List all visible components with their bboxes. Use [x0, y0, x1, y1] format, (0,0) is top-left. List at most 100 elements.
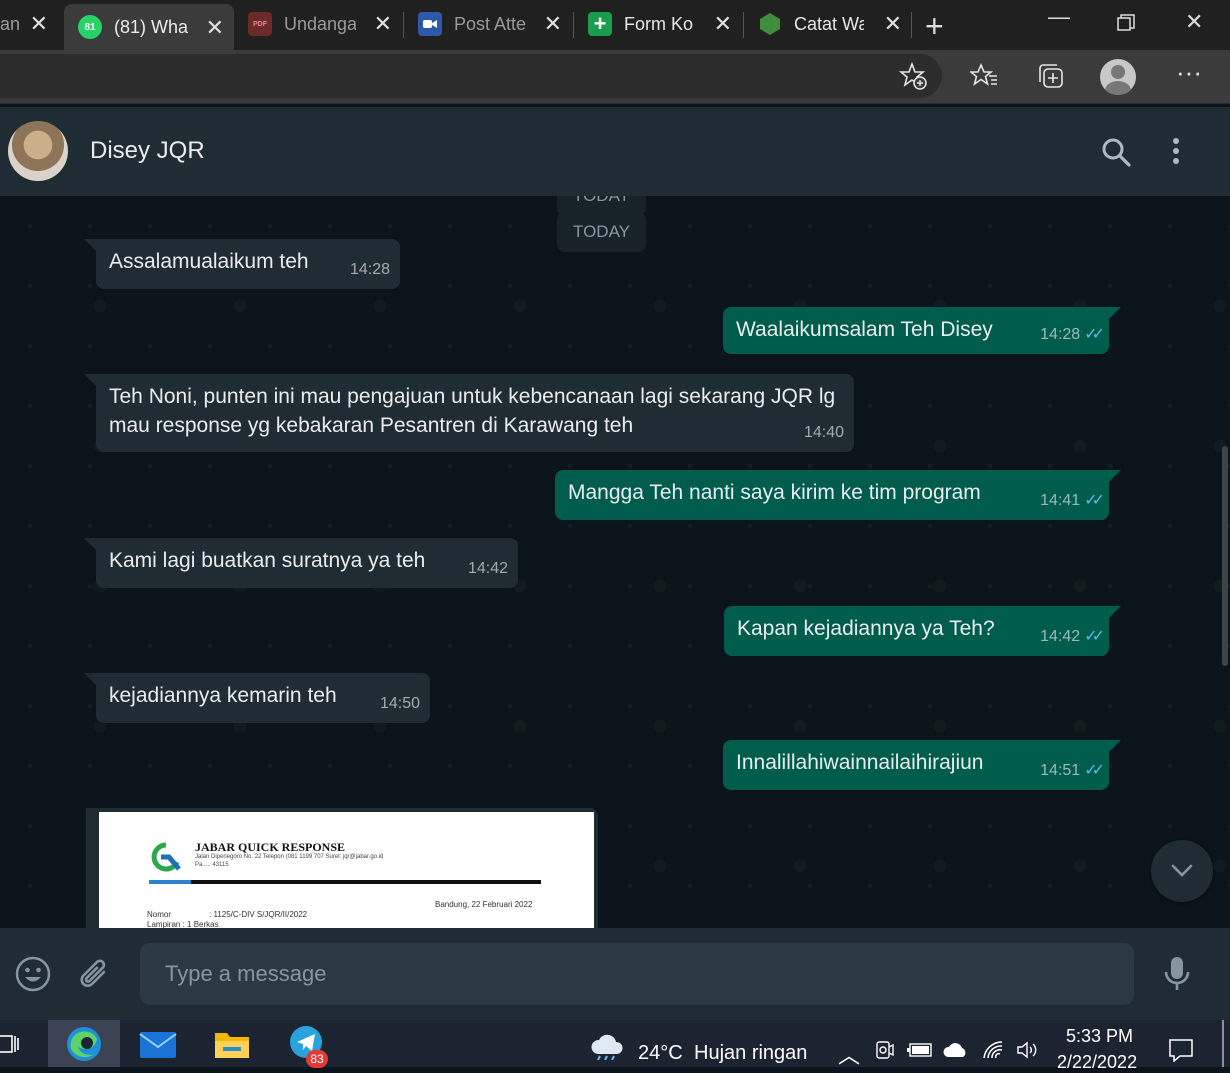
- chevron-up-icon[interactable]: ︿: [838, 1038, 860, 1070]
- collections-icon[interactable]: [1037, 62, 1065, 95]
- document-address: Jalan Dipenegoro No. 22 Telepon (081 119…: [195, 854, 384, 860]
- restore-icon[interactable]: [1117, 12, 1135, 38]
- close-tab-icon[interactable]: ✕: [374, 12, 392, 36]
- contact-name[interactable]: Disey JQR: [90, 137, 205, 165]
- new-tab-icon[interactable]: +: [925, 8, 944, 45]
- read-receipt-icon: ✓✓: [1084, 628, 1105, 645]
- document-number: : 1125/C-DIV S/JQR/II/2022: [209, 910, 308, 919]
- zoom-icon: [418, 12, 442, 36]
- message-incoming[interactable]: Assalamualaikum teh 14:28: [84, 239, 400, 289]
- message-document[interactable]: JABAR QUICK RESPONSE Jalan Dipenegoro No…: [86, 808, 598, 928]
- message-text: Kapan kejadiannya ya Teh?: [737, 617, 995, 640]
- message-outgoing[interactable]: Waalaikumsalam Teh Disey 14:28 ✓✓: [723, 307, 1121, 354]
- date-divider: TODAY: [557, 212, 646, 252]
- nodejs-icon: [758, 12, 782, 36]
- message-time: 14:41 ✓✓: [1040, 492, 1105, 509]
- more-icon[interactable]: ···: [1176, 58, 1202, 86]
- message-outgoing[interactable]: Kapan kejadiannya ya Teh? 14:42 ✓✓: [724, 606, 1121, 656]
- read-receipt-icon: ✓✓: [1084, 762, 1105, 779]
- message-incoming[interactable]: Teh Noni, punten ini mau pengajuan untuk…: [84, 374, 854, 452]
- volume-icon[interactable]: [1016, 1040, 1040, 1065]
- message-outgoing[interactable]: Mangga Teh nanti saya kirim ke tim progr…: [555, 470, 1121, 520]
- browser-tab[interactable]: PDF Undanga ✕: [248, 0, 402, 48]
- read-receipt-icon: ✓✓: [1084, 326, 1105, 343]
- telegram-icon[interactable]: 83: [272, 1020, 344, 1068]
- weather-temperature[interactable]: 24°C: [638, 1042, 683, 1065]
- message-list[interactable]: TODAY TODAY Assalamualaikum teh 14:28 Wa…: [0, 196, 1230, 928]
- show-desktop-button[interactable]: [1222, 1020, 1224, 1067]
- microphone-icon[interactable]: [1163, 956, 1191, 997]
- document-date: Bandung, 22 Februari 2022: [435, 900, 533, 909]
- message-outgoing[interactable]: Innalillahiwainnailaihirajiun 14:51 ✓✓: [723, 740, 1121, 790]
- tab-title: Catat Wa: [794, 13, 864, 34]
- close-tab-icon[interactable]: ✕: [714, 12, 732, 36]
- scrollbar[interactable]: [1222, 446, 1228, 666]
- chat-header: Disey JQR: [0, 107, 1230, 196]
- close-tab-icon[interactable]: ✕: [884, 12, 902, 36]
- document-divider: [149, 880, 541, 884]
- browser-tab-active[interactable]: 81 (81) Wha ✕: [64, 4, 234, 50]
- avatar[interactable]: [8, 121, 68, 181]
- weather-icon[interactable]: [590, 1034, 624, 1065]
- minimize-icon[interactable]: —: [1048, 4, 1070, 30]
- browser-tab[interactable]: an ✕: [0, 0, 58, 48]
- message-input[interactable]: [140, 943, 1134, 1005]
- add-favorite-icon[interactable]: [898, 61, 927, 95]
- message-time: 14:51 ✓✓: [1040, 762, 1105, 779]
- notification-badge: 83: [306, 1050, 328, 1068]
- tab-title: an: [0, 13, 21, 34]
- wifi-icon[interactable]: [982, 1040, 1004, 1065]
- edge-icon[interactable]: [48, 1020, 120, 1067]
- weather-description[interactable]: Hujan ringan: [694, 1042, 807, 1065]
- task-view-icon[interactable]: [0, 1020, 44, 1067]
- favorites-icon[interactable]: [968, 62, 998, 95]
- profile-icon[interactable]: [1100, 59, 1136, 95]
- document-org: JABAR QUICK RESPONSE: [195, 840, 346, 854]
- clock-time[interactable]: 5:33 PM: [1066, 1026, 1133, 1047]
- windows-taskbar: 83 24°C Hujan ringan ︿ 5:33 PM 2/22/2022: [0, 1020, 1230, 1072]
- document-address: Pa..... 43115: [195, 862, 229, 868]
- message-time: 14:42 ✓✓: [1040, 628, 1105, 645]
- attach-icon[interactable]: [78, 958, 112, 997]
- message-text: Kami lagi buatkan suratnya ya teh: [109, 549, 426, 572]
- browser-tab[interactable]: + Form Ko ✕: [588, 0, 742, 48]
- browser-tab[interactable]: Catat Wa ✕: [758, 0, 912, 48]
- document-preview[interactable]: JABAR QUICK RESPONSE Jalan Dipenegoro No…: [99, 812, 594, 928]
- message-incoming[interactable]: kejadiannya kemarin teh 14:50: [84, 673, 430, 723]
- tab-title: Post Atte: [454, 13, 526, 34]
- scroll-to-bottom-button[interactable]: [1151, 840, 1213, 902]
- message-text: Mangga Teh nanti saya kirim ke tim progr…: [568, 481, 981, 504]
- message-text: Waalaikumsalam Teh Disey: [736, 318, 993, 341]
- document-attachment-line: Lampiran : 1 Berkas: [147, 920, 219, 928]
- notification-center-icon[interactable]: [1168, 1038, 1194, 1067]
- message-time: 14:50: [379, 695, 420, 712]
- tab-separator: [573, 12, 574, 38]
- pdf-icon: PDF: [248, 12, 272, 36]
- clock-date[interactable]: 2/22/2022: [1057, 1052, 1137, 1073]
- message-time: 14:28: [349, 261, 390, 278]
- message-text: Assalamualaikum teh: [109, 250, 309, 273]
- message-incoming[interactable]: Kami lagi buatkan suratnya ya teh 14:42: [84, 538, 518, 588]
- meet-now-icon[interactable]: [876, 1040, 894, 1065]
- close-tab-icon[interactable]: ✕: [206, 16, 224, 40]
- document-number-label: Nomor: [147, 910, 172, 919]
- emoji-icon[interactable]: [15, 956, 51, 997]
- browser-tab-bar: an ✕ 81 (81) Wha ✕ PDF Undanga ✕ Post At…: [0, 0, 1230, 50]
- file-explorer-icon[interactable]: [196, 1020, 268, 1067]
- message-time: 14:42: [467, 560, 508, 577]
- onedrive-icon[interactable]: [943, 1042, 969, 1063]
- menu-kebab-icon[interactable]: [1172, 137, 1180, 170]
- mail-icon[interactable]: [122, 1020, 194, 1067]
- message-text: Innalillahiwainnailaihirajiun: [736, 751, 984, 774]
- tab-separator: [743, 12, 744, 38]
- browser-tab[interactable]: Post Atte ✕: [418, 0, 572, 48]
- browser-toolbar: ···: [0, 50, 1230, 104]
- window-close-icon[interactable]: ✕: [1185, 9, 1203, 35]
- close-tab-icon[interactable]: ✕: [544, 12, 562, 36]
- tab-title: Undanga: [284, 13, 356, 34]
- document-divider-accent: [149, 880, 191, 884]
- battery-icon[interactable]: [907, 1043, 933, 1062]
- address-bar[interactable]: [0, 54, 942, 98]
- search-icon[interactable]: [1101, 137, 1131, 172]
- close-tab-icon[interactable]: ✕: [30, 12, 48, 36]
